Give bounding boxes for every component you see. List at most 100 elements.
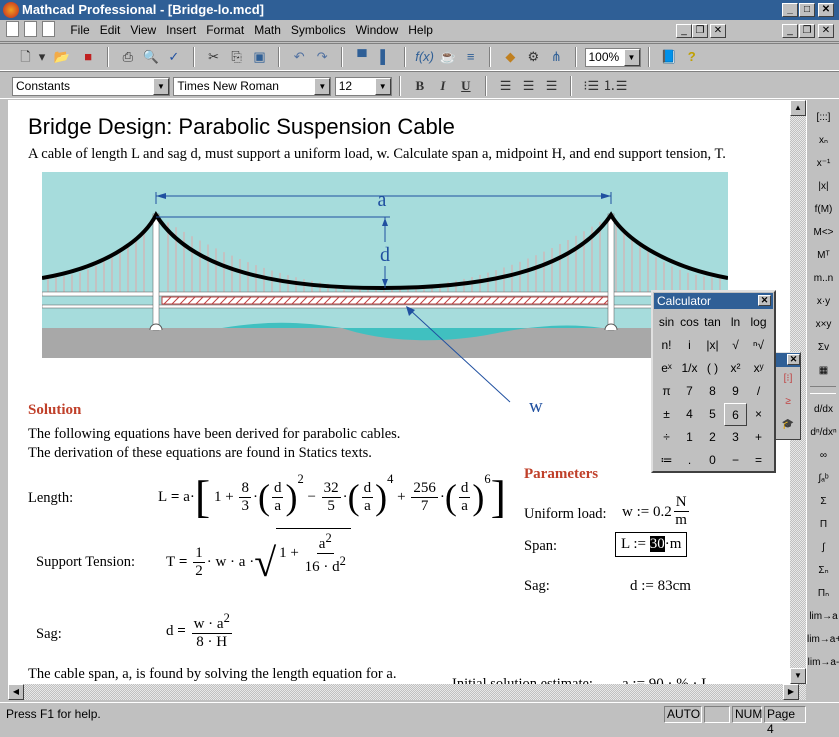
palette-button-icon[interactable]: lim→a+ [807,628,839,651]
scroll-left-icon[interactable]: ◀ [8,684,24,700]
span-expression[interactable]: L := 30·m [615,532,688,557]
open-icon[interactable]: 📂 [50,46,73,68]
calc-key[interactable]: sin [655,311,678,334]
calc-key[interactable]: log [747,311,770,334]
doc-close-button[interactable]: ✕ [710,24,726,38]
chevron-down-icon[interactable]: ▼ [623,48,640,66]
cut-icon[interactable]: ✂ [202,46,225,68]
menu-edit[interactable]: Edit [95,20,126,40]
palette-button-icon[interactable]: lim→a- [807,651,839,674]
palette-button-icon[interactable]: x×y [807,313,839,336]
close-icon[interactable]: ✕ [758,295,771,306]
calc-key[interactable]: ÷ [655,426,678,449]
align-left-icon[interactable]: ▌ [373,46,396,68]
palette-button-icon[interactable]: m..n [807,267,839,290]
calc-key[interactable]: 5 [701,403,724,426]
new-icon[interactable]: 🗋 [14,46,37,68]
calc-key[interactable]: x² [724,357,747,380]
calc-key[interactable]: 1 [678,426,701,449]
align-left-text-icon[interactable]: ☰ [494,75,517,97]
align-top-icon[interactable]: ▀ [350,46,373,68]
calc-key[interactable]: xʸ [747,357,770,380]
save-icon[interactable]: ■ [77,46,100,68]
calc-key[interactable]: tan [701,311,724,334]
palette-button-icon[interactable]: dⁿ/dxⁿ [807,421,839,444]
menu-symbolics[interactable]: Symbolics [286,20,351,40]
bold-button[interactable]: B [408,75,431,97]
calc-key[interactable]: ( ) [701,357,724,380]
palette-button-icon[interactable]: [:::] [807,106,839,129]
palette-button-icon[interactable]: f(M) [807,198,839,221]
palette-button-icon[interactable]: Πₙ [807,582,839,605]
menu-format[interactable]: Format [201,20,249,40]
palette-button-icon[interactable]: Σₙ [807,559,839,582]
scroll-down-icon[interactable]: ▼ [790,668,806,684]
palette-button-icon[interactable]: |x| [807,175,839,198]
palette-button-icon[interactable]: Σ [807,490,839,513]
undo-icon[interactable]: ↶ [288,46,311,68]
calc-key[interactable]: ± [655,403,678,426]
underline-button[interactable]: U [454,75,477,97]
redo-icon[interactable]: ↷ [311,46,334,68]
minimize-button[interactable]: _ [782,3,798,17]
horizontal-scrollbar[interactable]: ◀ ▶ [8,684,806,700]
calc-key[interactable]: √ [724,334,747,357]
boolean-palette-icon[interactable]: ≥ [776,390,800,413]
calc-key[interactable]: 7 [678,380,701,403]
calc-key[interactable]: ln [724,311,747,334]
style-select[interactable]: Constants ▼ [12,76,170,96]
span-value-selected[interactable]: 30 [649,536,665,552]
print-icon[interactable]: ⎙ [116,46,139,68]
palette-button-icon[interactable]: Σv [807,336,839,359]
font-select[interactable]: Times New Roman ▼ [173,76,332,96]
network-icon[interactable]: ⋔ [545,46,568,68]
align-right-text-icon[interactable]: ☰ [540,75,563,97]
numbering-icon[interactable]: ⒈☰ [603,75,628,97]
maximize-button[interactable]: □ [799,3,815,17]
calc-key[interactable]: / [747,380,770,403]
scroll-up-icon[interactable]: ▲ [790,100,806,116]
doc2-minimize-button[interactable]: _ [782,24,798,38]
calculate-icon[interactable]: ≡ [459,46,482,68]
matrix-palette-icon[interactable]: [⁝] [776,367,800,390]
calc-key[interactable]: 1/x [678,357,701,380]
italic-button[interactable]: I [431,75,454,97]
component-icon[interactable]: ⚙ [522,46,545,68]
calc-key[interactable]: 8 [701,380,724,403]
calc-key[interactable]: 0 [701,449,724,472]
doc2-restore-button[interactable]: ❐ [799,24,815,38]
menu-view[interactable]: View [125,20,161,40]
zoom-select[interactable]: 100% ▼ [584,47,641,67]
close-button[interactable]: ✕ [818,3,834,17]
calc-key[interactable]: eˣ [655,357,678,380]
calc-key[interactable]: i [678,334,701,357]
calc-key[interactable]: 6 [724,403,747,426]
insert-unit-icon[interactable]: ☕ [436,46,459,68]
calc-key[interactable]: × [747,403,770,426]
calc-key[interactable]: cos [678,311,701,334]
scroll-right-icon[interactable]: ▶ [783,684,799,700]
palette-button-icon[interactable]: Π [807,513,839,536]
calc-key[interactable]: = [747,449,770,472]
doc-minimize-button[interactable]: _ [676,24,692,38]
help-icon[interactable]: ? [680,46,703,68]
calc-key[interactable]: − [724,449,747,472]
calc-key[interactable]: ≔ [655,449,678,472]
new-dropdown-icon[interactable]: ▾ [37,46,47,68]
palette-button-icon[interactable]: x⁻¹ [807,152,839,175]
calc-key[interactable]: n! [655,334,678,357]
calc-key[interactable]: |x| [701,334,724,357]
font-size-select[interactable]: 12 ▼ [334,76,392,96]
chevron-down-icon[interactable]: ▼ [374,77,391,95]
calc-key[interactable]: 3 [724,426,747,449]
palette-button-icon[interactable]: ∫ₐᵇ [807,467,839,490]
calc-key[interactable]: 4 [678,403,701,426]
menu-insert[interactable]: Insert [161,20,201,40]
chevron-down-icon[interactable]: ▼ [153,77,169,95]
copy-icon[interactable]: ⎘ [225,46,248,68]
programming-palette-icon[interactable]: 🎓 [776,413,800,436]
calc-key[interactable]: + [747,426,770,449]
calc-key[interactable]: . [678,449,701,472]
palette-button-icon[interactable]: xₙ [807,129,839,152]
menu-math[interactable]: Math [249,20,286,40]
